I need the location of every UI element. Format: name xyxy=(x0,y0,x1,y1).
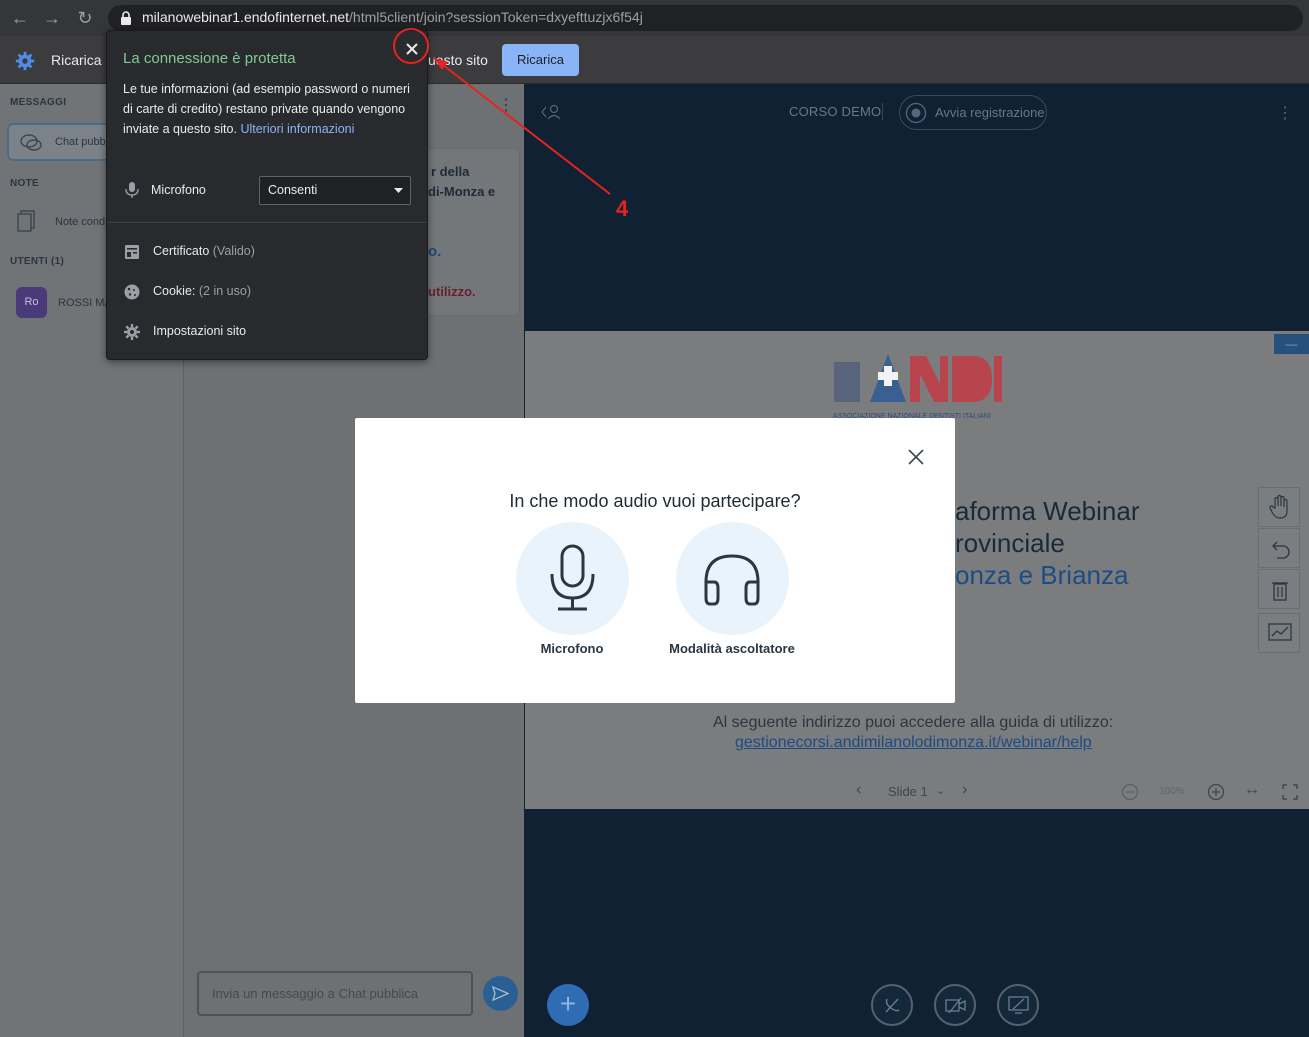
gear-icon xyxy=(124,324,140,340)
certificate-icon xyxy=(125,245,139,259)
next-slide-icon[interactable]: › xyxy=(962,781,967,799)
divider xyxy=(107,222,427,223)
slide-guide-text: Al seguente indirizzo puoi accedere alla… xyxy=(713,714,1114,731)
whiteboard-icon xyxy=(1268,623,1292,641)
leave-audio-button[interactable] xyxy=(871,984,913,1026)
hand-icon xyxy=(1269,494,1288,519)
modal-title: In che modo audio vuoi partecipare? xyxy=(509,491,801,511)
previous-slide-icon[interactable]: ‹ xyxy=(856,781,861,799)
share-screen-button[interactable] xyxy=(997,984,1039,1026)
annotation-arrow xyxy=(433,57,611,195)
listen-only-option-button[interactable] xyxy=(676,522,789,635)
back-icon[interactable]: ← xyxy=(8,6,32,30)
site-info-popup: La connessione è protetta Le tue informa… xyxy=(106,30,428,360)
chat-message-input[interactable]: Invia un messaggio a Chat pubblica xyxy=(197,971,473,1016)
messages-section-title: MESSAGGI xyxy=(10,97,67,108)
microphone-icon xyxy=(125,182,139,198)
slide-guide-link[interactable]: gestionecorsi.andimilanolodimonza.it/web… xyxy=(735,734,1092,752)
headphones-icon xyxy=(704,554,760,606)
cookie-icon xyxy=(124,284,140,300)
caret-down-icon xyxy=(394,188,403,193)
fit-width-icon[interactable]: ↔ xyxy=(1244,781,1260,799)
welcome-line: utilizzo. xyxy=(428,284,476,299)
clear-tool[interactable] xyxy=(1258,569,1300,609)
mic-permission-select[interactable]: Consenti xyxy=(259,176,411,205)
microphone-icon xyxy=(550,544,595,611)
microphone-option-button[interactable] xyxy=(516,522,629,635)
mic-permission-value: Consenti xyxy=(268,183,318,197)
sidebar-item-notes[interactable]: Note cond xyxy=(55,216,105,228)
actions-button[interactable]: + xyxy=(547,984,589,1026)
avatar[interactable]: Ro xyxy=(16,287,47,318)
certificate-status: (Valido) xyxy=(212,244,255,258)
slide-dropdown-icon[interactable]: ⌄ xyxy=(936,784,945,797)
certificate-row[interactable]: Certificato (Valido) xyxy=(153,244,255,258)
lock-icon[interactable] xyxy=(118,10,134,26)
site-settings-link[interactable]: Impostazioni sito xyxy=(153,324,246,338)
multi-user-tool[interactable] xyxy=(1258,613,1300,653)
forward-icon[interactable]: → xyxy=(40,6,64,30)
slide-heading: rovinciale xyxy=(955,528,1065,558)
trash-icon xyxy=(1272,582,1288,601)
users-section-title: UTENTI (1) xyxy=(10,256,65,267)
hand-tool[interactable] xyxy=(1258,487,1300,527)
url-path: /html5client/join?sessionToken=dxyefttuz… xyxy=(349,9,643,25)
notes-section-title: NOTE xyxy=(10,178,39,189)
camera-slash-icon xyxy=(945,997,966,1014)
certificate-label: Certificato xyxy=(153,244,210,258)
listen-only-option-label[interactable]: Modalità ascoltatore xyxy=(652,641,812,656)
fullscreen-icon[interactable] xyxy=(1282,784,1298,800)
cookie-label: Cookie: xyxy=(153,284,196,298)
audio-modal: In che modo audio vuoi partecipare? Micr… xyxy=(355,418,955,703)
undo-tool[interactable] xyxy=(1258,528,1300,568)
slide-selector[interactable]: Slide 1 xyxy=(888,784,928,799)
session-title: CORSO DEMO xyxy=(789,104,882,119)
zoom-level: 100% xyxy=(1159,786,1185,797)
notes-icon[interactable] xyxy=(16,209,38,233)
user-name[interactable]: ROSSI MA xyxy=(58,297,112,309)
send-button[interactable] xyxy=(483,976,518,1011)
annotation-number: 4 xyxy=(616,196,629,221)
record-icon xyxy=(905,102,927,124)
url-host: milanowebinar1.endofinternet.net xyxy=(142,9,350,25)
andi-logo: ASSOCIAZIONE NAZIONALE DENTISTI ITALIANI xyxy=(833,354,1002,420)
undo-icon xyxy=(1272,541,1290,559)
popup-description: Le tue informazioni (ad esempio password… xyxy=(123,79,415,139)
close-icon[interactable] xyxy=(905,446,927,468)
reload-icon[interactable]: ↻ xyxy=(73,6,97,30)
phone-slash-icon xyxy=(885,998,900,1013)
chat-icon xyxy=(20,134,42,151)
microphone-option-label[interactable]: Microfono xyxy=(492,641,652,656)
zoom-out-icon[interactable] xyxy=(1121,783,1139,801)
slide-heading: onza e Brianza xyxy=(955,560,1129,590)
more-info-link[interactable]: Ulteriori informazioni xyxy=(240,122,354,136)
welcome-line: o. xyxy=(428,243,442,260)
popup-title: La connessione è protetta xyxy=(123,50,296,67)
zoom-in-icon[interactable] xyxy=(1207,783,1225,801)
cookie-row[interactable]: Cookie: (2 in uso) xyxy=(153,284,251,298)
mic-permission-label: Microfono xyxy=(151,183,206,197)
cookie-status: (2 in uso) xyxy=(198,284,251,298)
send-icon xyxy=(492,985,509,1002)
sidebar-item-label: Chat pubb xyxy=(55,136,106,148)
slide-heading: aforma Webinar xyxy=(955,496,1140,526)
options-menu-icon[interactable]: ⋮ xyxy=(1277,103,1293,123)
chat-input-placeholder: Invia un messaggio a Chat pubblica xyxy=(212,986,418,1001)
screen-slash-icon xyxy=(1008,996,1029,1014)
record-label: Avvia registrazione xyxy=(935,105,1045,120)
gear-icon xyxy=(15,51,35,71)
infobar-message: Ricarica l xyxy=(51,52,109,68)
divider xyxy=(882,103,883,120)
start-recording-button[interactable]: Avvia registrazione xyxy=(899,95,1047,130)
address-bar[interactable]: milanowebinar1.endofinternet.net/html5cl… xyxy=(108,5,1303,31)
minimize-presentation-icon[interactable]: — xyxy=(1274,334,1309,354)
share-webcam-button[interactable] xyxy=(934,984,976,1026)
